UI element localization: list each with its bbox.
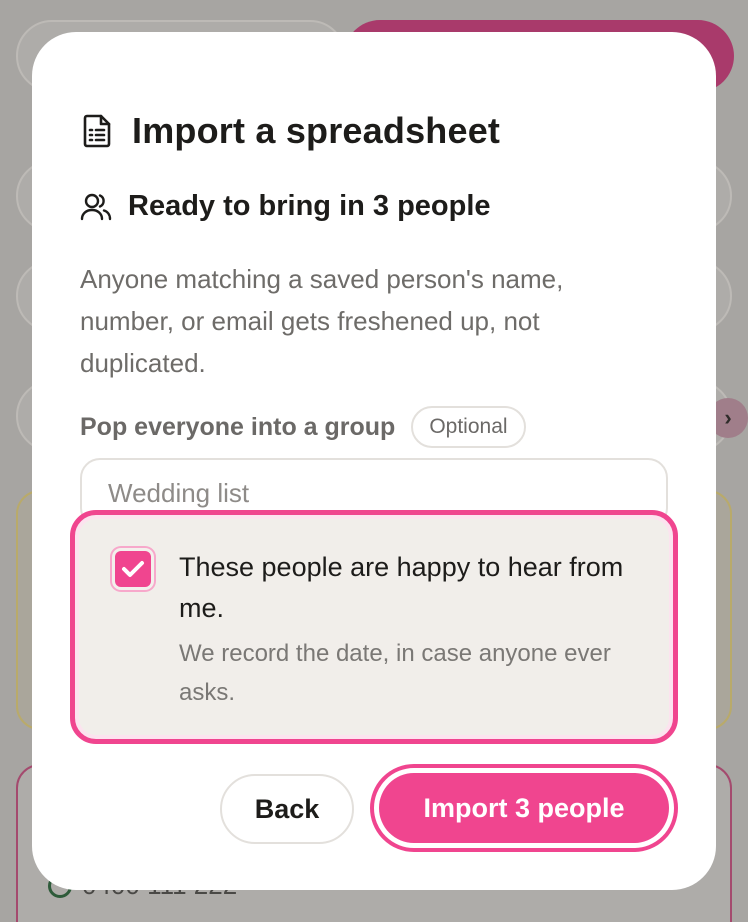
checkmark-icon	[122, 561, 144, 577]
consent-checkbox-card[interactable]: These people are happy to hear from me. …	[70, 510, 678, 744]
optional-badge: Optional	[411, 406, 526, 448]
back-button[interactable]: Back	[220, 774, 354, 844]
import-button-label: Import 3 people	[379, 773, 669, 843]
consent-label: These people are happy to hear from me.	[179, 552, 624, 623]
dialog-title-row: Import a spreadsheet	[82, 110, 500, 152]
consent-checkbox[interactable]	[115, 551, 151, 587]
group-field-label-row: Pop everyone into a group Optional	[80, 406, 526, 448]
dialog-title: Import a spreadsheet	[132, 110, 501, 151]
dialog-subtitle-row: Ready to bring in 3 people	[80, 190, 491, 223]
document-icon	[82, 113, 114, 149]
dialog-subtitle: Ready to bring in 3 people	[128, 190, 491, 222]
import-button[interactable]: Import 3 people	[370, 764, 678, 852]
consent-helper-text: We record the date, in case anyone ever …	[179, 640, 611, 706]
group-field-label: Pop everyone into a group	[80, 412, 396, 441]
consent-text: These people are happy to hear from me. …	[179, 547, 649, 712]
import-dialog: Import a spreadsheet Ready to bring in 3…	[32, 32, 716, 890]
people-icon	[80, 192, 112, 222]
dialog-description: Anyone matching a saved person's name, n…	[80, 264, 564, 378]
